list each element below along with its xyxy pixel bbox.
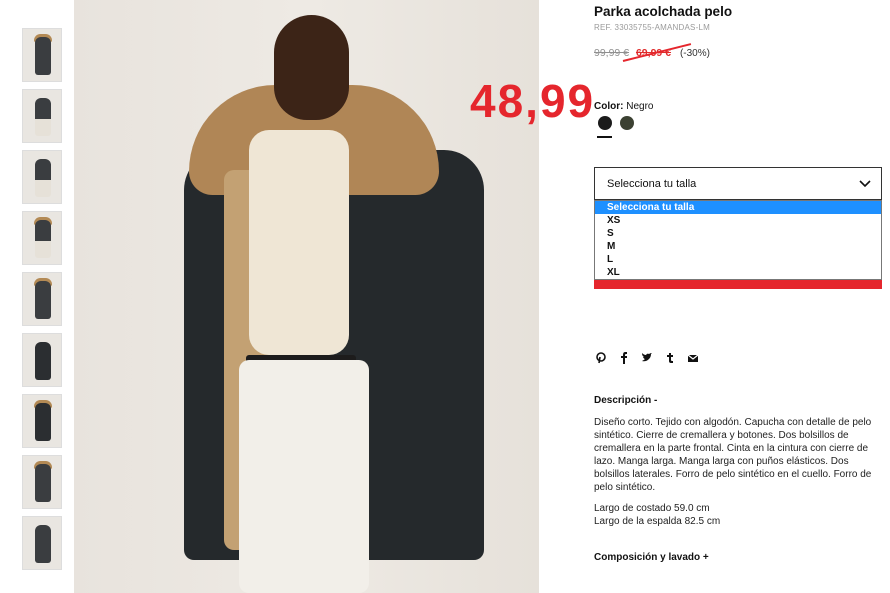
- thumbnail-list: [22, 28, 62, 577]
- composition-toggle[interactable]: Composición y lavado +: [594, 552, 709, 563]
- color-swatch-black[interactable]: [598, 116, 612, 130]
- length-front: Largo de costado 59.0 cm: [594, 503, 710, 514]
- thumbnail-9[interactable]: [22, 516, 62, 570]
- discount-badge: (-30%): [679, 48, 710, 59]
- thumbnail-8[interactable]: [22, 455, 62, 509]
- description-text: Diseño corto. Tejido con algodón. Capuch…: [594, 417, 872, 493]
- thumbnail-3[interactable]: [22, 150, 62, 204]
- size-select-value: Selecciona tu talla: [607, 177, 697, 190]
- color-label-prefix: Color:: [594, 101, 624, 112]
- measurements: Largo de costado 59.0 cm Largo de la esp…: [594, 502, 720, 528]
- twitter-icon[interactable]: [640, 352, 653, 367]
- color-label: Color: Negro: [594, 101, 653, 112]
- thumbnail-6[interactable]: [22, 333, 62, 387]
- chevron-down-icon: [859, 177, 871, 191]
- thumbnail-4[interactable]: [22, 211, 62, 265]
- share-icons: [594, 352, 699, 367]
- product-title: Parka acolchada pelo: [594, 4, 733, 19]
- overlay-price: 48,99: [470, 75, 596, 127]
- color-value: Negro: [626, 101, 654, 112]
- description-heading[interactable]: Descripción -: [594, 395, 657, 406]
- thumbnail-5[interactable]: [22, 272, 62, 326]
- size-option[interactable]: M: [595, 240, 881, 253]
- tumblr-icon[interactable]: [663, 352, 676, 367]
- pinterest-icon[interactable]: [594, 352, 607, 367]
- size-dropdown: Selecciona tu talla XS S M L XL: [594, 200, 882, 280]
- old-price: 99,99 €: [594, 47, 630, 59]
- add-to-bag-bar[interactable]: [594, 280, 882, 289]
- email-icon[interactable]: [686, 352, 699, 367]
- thumbnail-7[interactable]: [22, 394, 62, 448]
- size-option[interactable]: L: [595, 253, 881, 266]
- size-option[interactable]: XL: [595, 266, 881, 279]
- facebook-icon[interactable]: [617, 352, 630, 367]
- color-swatch-olive[interactable]: [620, 116, 634, 130]
- size-option[interactable]: Selecciona tu talla: [595, 201, 881, 214]
- product-ref: REF. 33035755-AMANDAS-LM: [594, 23, 710, 32]
- thumbnail-2[interactable]: [22, 89, 62, 143]
- size-option[interactable]: XS: [595, 214, 881, 227]
- size-option[interactable]: S: [595, 227, 881, 240]
- selected-swatch-indicator: [597, 136, 612, 138]
- length-back: Largo de la espalda 82.5 cm: [594, 516, 721, 527]
- size-select[interactable]: Selecciona tu talla: [594, 167, 882, 200]
- thumbnail-1[interactable]: [22, 28, 62, 82]
